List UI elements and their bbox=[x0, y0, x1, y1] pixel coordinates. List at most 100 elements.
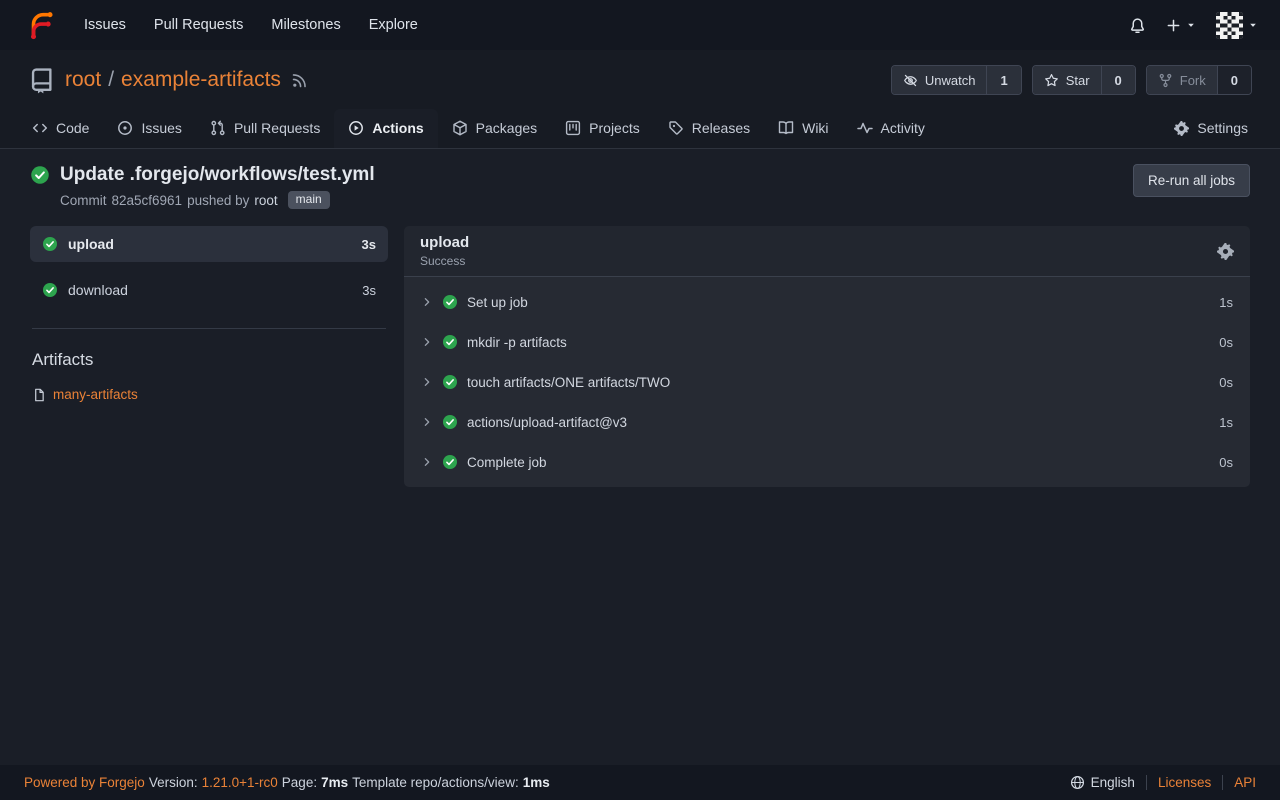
chevron-right-icon bbox=[421, 456, 433, 468]
top-navbar: IssuesPull RequestsMilestonesExplore bbox=[0, 0, 1280, 50]
actions-run-view: Update .forgejo/workflows/test.yml Commi… bbox=[0, 149, 1280, 765]
repo-action-button[interactable]: Fork bbox=[1147, 66, 1217, 94]
tab-label: Activity bbox=[881, 120, 925, 136]
repo-action-count[interactable]: 0 bbox=[1217, 66, 1251, 94]
tab-label: Wiki bbox=[802, 120, 828, 136]
step-duration: 1s bbox=[1219, 295, 1233, 310]
notifications-bell-icon[interactable] bbox=[1129, 17, 1146, 34]
step-row[interactable]: actions/upload-artifact@v3 1s bbox=[404, 402, 1250, 442]
tab-settings[interactable]: Settings bbox=[1160, 109, 1262, 148]
repo-name-link[interactable]: example-artifacts bbox=[121, 68, 281, 92]
repo-action-count[interactable]: 0 bbox=[1101, 66, 1135, 94]
repo-action-count[interactable]: 1 bbox=[986, 66, 1020, 94]
commit-sha-link[interactable]: 82a5cf6961 bbox=[112, 193, 183, 208]
step-duration: 0s bbox=[1219, 455, 1233, 470]
repo-tab[interactable]: Wiki bbox=[764, 109, 842, 148]
repo-action-label: Unwatch bbox=[925, 73, 976, 88]
version-link[interactable]: 1.21.0+1-rc0 bbox=[202, 775, 278, 790]
success-check-circle-icon bbox=[42, 282, 58, 298]
tab-label: Pull Requests bbox=[234, 120, 320, 136]
artifact-name: many-artifacts bbox=[53, 387, 138, 402]
repo-tab[interactable]: Issues bbox=[103, 109, 195, 148]
api-link[interactable]: API bbox=[1234, 775, 1256, 790]
success-check-circle-icon bbox=[42, 236, 58, 252]
repo-book-icon bbox=[28, 67, 55, 94]
rss-feed-icon[interactable] bbox=[291, 72, 308, 89]
step-row[interactable]: Complete job 0s bbox=[404, 442, 1250, 482]
pusher-link[interactable]: root bbox=[254, 193, 277, 208]
page-time-value: 7ms bbox=[321, 775, 348, 790]
step-duration: 0s bbox=[1219, 335, 1233, 350]
globe-icon bbox=[1070, 775, 1085, 790]
repo-action-button-group: Fork 0 bbox=[1146, 65, 1252, 95]
job-detail-panel: upload Success Set up job bbox=[404, 226, 1250, 487]
template-time-label: Template repo/actions/view: bbox=[352, 775, 519, 790]
tab-label: Releases bbox=[692, 120, 750, 136]
repo-title: root/example-artifacts bbox=[65, 68, 281, 92]
run-title: Update .forgejo/workflows/test.yml bbox=[60, 164, 375, 186]
user-menu[interactable] bbox=[1216, 12, 1258, 39]
tab-label: Issues bbox=[141, 120, 181, 136]
navbar-right bbox=[1129, 12, 1266, 39]
repo-tab[interactable]: Projects bbox=[551, 109, 654, 148]
chevron-right-icon bbox=[421, 416, 433, 428]
unwatch-eye-off-icon bbox=[903, 73, 918, 88]
step-duration: 1s bbox=[1219, 415, 1233, 430]
success-check-circle-icon bbox=[442, 414, 458, 430]
file-icon bbox=[32, 388, 46, 402]
commit-label: Commit bbox=[60, 193, 107, 208]
tab-label: Packages bbox=[476, 120, 537, 136]
success-check-circle-icon bbox=[442, 374, 458, 390]
branch-badge[interactable]: main bbox=[288, 191, 330, 209]
powered-by-forgejo-link[interactable]: Powered by Forgejo bbox=[24, 775, 145, 790]
navbar-link[interactable]: Explore bbox=[355, 0, 432, 50]
job-options-gear-icon[interactable] bbox=[1217, 243, 1234, 260]
repo-tab[interactable]: Packages bbox=[438, 109, 551, 148]
repo-actions: Unwatch 1 Star 0 Fork 0 bbox=[891, 65, 1252, 95]
step-row[interactable]: touch artifacts/ONE artifacts/TWO 0s bbox=[404, 362, 1250, 402]
navbar-link[interactable]: Issues bbox=[70, 0, 140, 50]
repo-tab[interactable]: Pull Requests bbox=[196, 109, 334, 148]
navbar-link[interactable]: Milestones bbox=[257, 0, 354, 50]
repo-action-button[interactable]: Unwatch bbox=[892, 66, 987, 94]
navbar-links: IssuesPull RequestsMilestonesExplore bbox=[70, 0, 432, 50]
repo-tab[interactable]: Actions bbox=[334, 109, 437, 148]
tab-label: Settings bbox=[1197, 120, 1248, 136]
tag-icon bbox=[668, 120, 684, 136]
repo-tab[interactable]: Code bbox=[18, 109, 103, 148]
rerun-all-jobs-button[interactable]: Re-run all jobs bbox=[1133, 164, 1250, 197]
step-label: mkdir -p artifacts bbox=[467, 335, 567, 350]
repo-action-button[interactable]: Star bbox=[1033, 66, 1101, 94]
version-label: Version: bbox=[149, 775, 198, 790]
jobs-sidebar: upload 3s download 3s Artifacts bbox=[30, 226, 388, 402]
forgejo-logo-icon[interactable] bbox=[26, 10, 56, 40]
step-label: actions/upload-artifact@v3 bbox=[467, 415, 627, 430]
artifact-list: many-artifacts bbox=[30, 387, 388, 402]
settings-gear-icon bbox=[1174, 121, 1189, 136]
code-icon bbox=[32, 120, 48, 136]
repo-tab[interactable]: Activity bbox=[843, 109, 939, 148]
job-detail-name: upload bbox=[420, 234, 469, 251]
plus-icon bbox=[1166, 18, 1181, 33]
step-label: touch artifacts/ONE artifacts/TWO bbox=[467, 375, 670, 390]
run-meta: Commit 82a5cf6961 pushed by root main bbox=[60, 191, 375, 209]
avatar bbox=[1216, 12, 1243, 39]
create-new-menu[interactable] bbox=[1166, 18, 1196, 33]
pull-request-icon bbox=[210, 120, 226, 136]
step-row[interactable]: Set up job 1s bbox=[404, 282, 1250, 322]
job-item[interactable]: download 3s bbox=[30, 272, 388, 308]
artifacts-heading: Artifacts bbox=[32, 350, 386, 370]
template-time-value: 1ms bbox=[523, 775, 550, 790]
success-check-circle-icon bbox=[442, 454, 458, 470]
artifact-link[interactable]: many-artifacts bbox=[30, 387, 388, 402]
repo-owner-link[interactable]: root bbox=[65, 68, 101, 92]
step-row[interactable]: mkdir -p artifacts 0s bbox=[404, 322, 1250, 362]
licenses-link[interactable]: Licenses bbox=[1158, 775, 1211, 790]
step-list: Set up job 1s mkdir -p artifacts 0s bbox=[404, 277, 1250, 487]
language-selector[interactable]: English bbox=[1070, 775, 1135, 790]
job-duration: 3s bbox=[362, 237, 376, 252]
navbar-link[interactable]: Pull Requests bbox=[140, 0, 257, 50]
job-item[interactable]: upload 3s bbox=[30, 226, 388, 262]
repo-tab[interactable]: Releases bbox=[654, 109, 764, 148]
divider bbox=[1146, 775, 1147, 790]
